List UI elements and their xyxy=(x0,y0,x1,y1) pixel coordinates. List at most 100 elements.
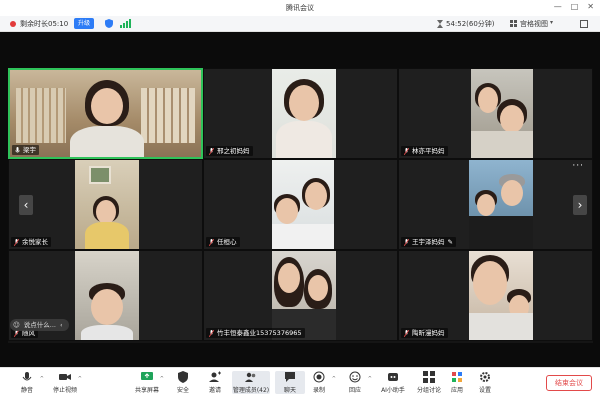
participant-name: 陶昕漫妈妈 xyxy=(412,329,445,337)
participant-name: 林亦平妈妈 xyxy=(412,147,445,155)
shield-icon xyxy=(178,371,188,383)
participant-name: 王宇泽妈妈 xyxy=(412,238,445,246)
video-tile[interactable]: 王宇泽妈妈 ✎ ··· xyxy=(398,159,593,250)
prev-page-button[interactable]: ‹ xyxy=(19,195,33,215)
chevron-left-icon[interactable]: ‹ xyxy=(60,319,63,331)
video-tile[interactable]: 余悦家长 xyxy=(8,159,203,250)
participant-name: 梁宇 xyxy=(23,146,36,154)
maximize-icon[interactable]: □ xyxy=(571,2,579,11)
invite-label: 邀请 xyxy=(208,387,221,394)
ai-assistant-button[interactable]: AI小助手 xyxy=(376,371,410,394)
ai-assistant-label: AI小助手 xyxy=(381,387,405,394)
stop-video-button[interactable]: 停止视频 ^ xyxy=(50,371,82,394)
participant-video xyxy=(272,160,334,249)
end-meeting-button[interactable]: 结束会议 xyxy=(546,375,592,391)
mic-muted-icon xyxy=(404,147,409,155)
meeting-info-bar: 剩余时长05:10 升级 54:52(60分钟) 宫格视图 ▾ xyxy=(0,16,600,32)
grid-view-icon[interactable] xyxy=(510,20,517,27)
mute-button[interactable]: 静音 ^ xyxy=(12,371,44,394)
chat-icon xyxy=(285,372,295,382)
share-screen-button[interactable]: 共享屏幕 ^ xyxy=(132,371,164,394)
breakout-button[interactable]: 分组讨论 xyxy=(412,371,446,394)
fullscreen-icon[interactable] xyxy=(580,20,588,28)
meeting-duration: 54:52(60分钟) xyxy=(446,20,495,28)
participant-name: 任桓心 xyxy=(217,238,237,246)
mic-muted-icon xyxy=(404,329,409,337)
upgrade-button[interactable]: 升级 xyxy=(74,18,94,29)
share-screen-label: 共享屏幕 xyxy=(134,387,159,394)
participant-name-tag: 竹丰恒泰鑫业15375376965 xyxy=(206,328,305,338)
caret-icon[interactable]: ^ xyxy=(368,376,372,382)
manage-members-label: 管理成员(42) xyxy=(232,387,270,394)
participant-video xyxy=(10,70,201,157)
participant-name-tag: 梁宇 xyxy=(12,145,39,155)
close-icon[interactable]: ✕ xyxy=(587,2,594,11)
more-options-icon[interactable]: ··· xyxy=(572,161,584,171)
mic-muted-icon xyxy=(209,329,214,337)
chevron-down-icon[interactable]: ▾ xyxy=(550,19,553,26)
participant-name-tag: 王宇泽妈妈 ✎ xyxy=(401,237,456,247)
video-tile[interactable]: 陶昕漫妈妈 xyxy=(398,250,593,341)
video-tile[interactable]: 林亦平妈妈 xyxy=(398,68,593,159)
view-mode-selector[interactable]: 宫格视图 xyxy=(520,19,548,29)
record-button[interactable]: 录制 ^ xyxy=(304,371,336,394)
hourglass-icon xyxy=(437,20,443,28)
video-tile[interactable]: 任桓心 xyxy=(203,159,398,250)
participant-name: 邢之初妈妈 xyxy=(217,147,250,155)
caret-icon[interactable]: ^ xyxy=(40,376,44,382)
share-screen-icon xyxy=(141,372,153,380)
mic-muted-icon xyxy=(209,147,214,155)
signal-icon[interactable] xyxy=(120,19,131,28)
reactions-label: 回应 xyxy=(348,387,361,394)
stop-video-label: 停止视频 xyxy=(52,387,77,394)
chat-button[interactable]: 聊天 xyxy=(275,371,305,394)
breakout-label: 分组讨论 xyxy=(416,387,441,394)
add-user-icon xyxy=(209,371,221,382)
participant-name-tag: 余悦家长 xyxy=(11,237,51,247)
mic-muted-icon xyxy=(404,238,409,246)
remaining-time: 剩余时长05:10 xyxy=(20,20,69,28)
mic-muted-icon xyxy=(209,238,214,246)
participant-name: 竹丰恒泰鑫业15375376965 xyxy=(217,329,302,337)
apps-label: 应用 xyxy=(450,387,463,394)
video-grid: 梁宇 邢之初妈妈 林亦平妈妈 余悦家长 任桓心 王宇泽妈妈 ✎ ··· 随风 竹… xyxy=(8,68,593,343)
caret-icon[interactable]: ^ xyxy=(160,376,164,382)
video-tile[interactable]: 邢之初妈妈 xyxy=(203,68,398,159)
settings-button[interactable]: 设置 xyxy=(470,371,500,394)
minimize-icon[interactable]: — xyxy=(554,2,562,11)
members-icon xyxy=(245,372,256,382)
caret-icon[interactable]: ^ xyxy=(78,376,82,382)
caret-icon[interactable]: ^ xyxy=(332,376,336,382)
apps-icon xyxy=(452,372,462,382)
app-title: 腾讯会议 xyxy=(286,4,314,12)
manage-members-button[interactable]: 管理成员(42) xyxy=(232,371,270,394)
emoji-icon[interactable]: ☺ xyxy=(13,319,20,331)
invite-button[interactable]: 邀请 xyxy=(200,371,230,394)
participant-name-tag: 邢之初妈妈 xyxy=(206,146,253,156)
mic-muted-icon xyxy=(14,238,19,246)
security-label: 安全 xyxy=(176,387,189,394)
chat-quick-input[interactable]: ☺ 说点什么... ‹ xyxy=(10,319,69,331)
settings-label: 设置 xyxy=(478,387,491,394)
mute-label: 静音 xyxy=(20,387,33,394)
smile-icon xyxy=(349,371,361,383)
video-tile[interactable]: 竹丰恒泰鑫业15375376965 xyxy=(203,250,398,341)
participant-video xyxy=(75,251,139,340)
record-icon xyxy=(313,371,325,383)
reactions-button[interactable]: 回应 ^ xyxy=(340,371,372,394)
security-button[interactable]: 安全 xyxy=(168,371,198,394)
record-label: 录制 xyxy=(312,387,325,394)
video-tile[interactable]: 梁宇 xyxy=(8,68,203,159)
apps-button[interactable]: 应用 xyxy=(442,371,472,394)
timer-icon xyxy=(10,21,16,27)
shield-icon[interactable] xyxy=(105,19,113,28)
title-bar: 腾讯会议 — □ ✕ xyxy=(0,0,600,16)
next-page-button[interactable]: › xyxy=(573,195,587,215)
participant-video xyxy=(272,251,336,340)
participant-video xyxy=(75,160,139,249)
pencil-icon: ✎ xyxy=(447,238,453,246)
participant-name: 余悦家长 xyxy=(22,238,48,246)
participant-name-tag: 任桓心 xyxy=(206,237,240,247)
chat-label: 聊天 xyxy=(283,387,296,394)
participant-name-tag: 陶昕漫妈妈 xyxy=(401,328,448,338)
